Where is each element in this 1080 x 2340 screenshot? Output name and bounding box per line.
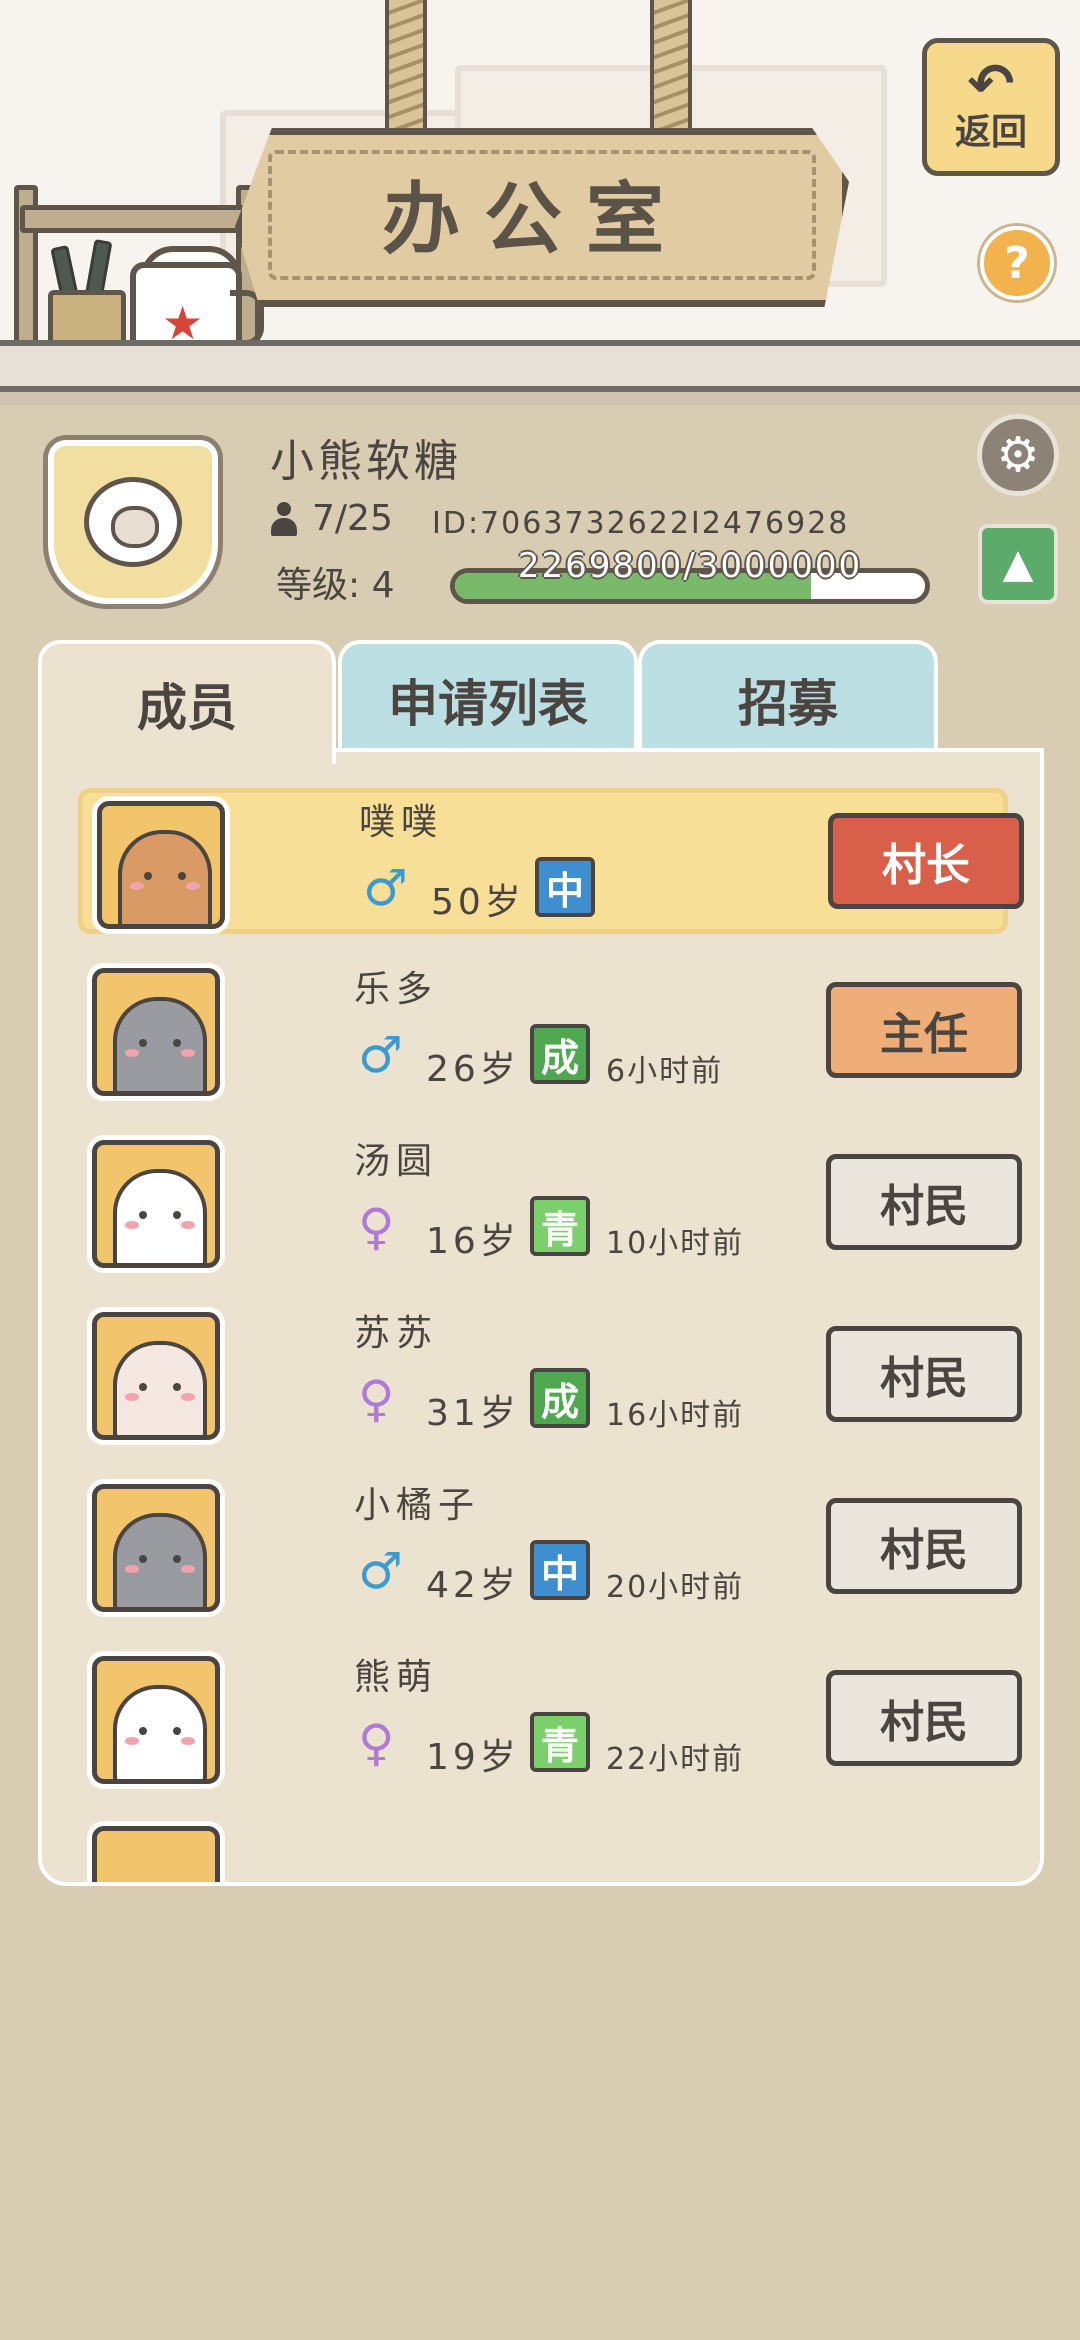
member-row[interactable]: 小橘子 ♂ 42岁 中 20小时前 村民 (78, 1476, 1022, 1622)
settings-button[interactable]: ⚙ (977, 414, 1059, 496)
member-row[interactable]: 乐多 ♂ 26岁 成 6小时前 主任 (78, 960, 1022, 1106)
member-avatar[interactable] (92, 968, 220, 1096)
female-icon: ♀ (358, 1370, 395, 1428)
life-stage-badge: 中 (530, 1540, 590, 1600)
member-role-button[interactable]: 村民 (826, 1670, 1022, 1766)
member-age: 19岁 (426, 1737, 520, 1778)
female-icon: ♀ (358, 1198, 395, 1256)
member-row[interactable]: 汤圆 ♀ 16岁 青 10小时前 村民 (78, 1132, 1022, 1278)
life-stage-badge: 青 (530, 1712, 590, 1772)
panda-icon (113, 1169, 207, 1263)
graduation-cap-icon: ▲ (1002, 541, 1034, 587)
exp-progress-text: 2269800/3000000 (517, 546, 863, 586)
last-online-time: 22小时前 (606, 1742, 745, 1777)
female-icon: ♀ (358, 1714, 395, 1772)
village-name: 小熊软糖 (270, 436, 462, 487)
member-role-button[interactable]: 主任 (826, 982, 1022, 1078)
graduation-cap-button[interactable]: ▲ (978, 524, 1058, 604)
member-avatar[interactable] (97, 801, 225, 929)
person-icon (270, 501, 298, 536)
office-header: ★ 办公室 ↶ 返回 ? (0, 0, 1080, 405)
male-icon: ♂ (358, 1542, 403, 1600)
life-stage-badge: 青 (530, 1196, 590, 1256)
member-name: 汤圆 (354, 1141, 439, 1182)
member-role-button[interactable]: 村民 (826, 1498, 1022, 1594)
hedgehog-icon (113, 1341, 207, 1435)
penguin-icon (113, 997, 207, 1091)
village-badge (48, 440, 218, 604)
sheep-avatar-icon (84, 477, 182, 567)
last-online-time: 6小时前 (606, 1054, 724, 1089)
member-row[interactable]: 熊萌 ♀ 19岁 青 22小时前 村民 (78, 1648, 1022, 1794)
member-name: 熊萌 (354, 1657, 439, 1698)
member-age: 31岁 (426, 1393, 520, 1434)
tab-members[interactable]: 成员 (38, 640, 336, 764)
member-avatar[interactable] (92, 1312, 220, 1440)
page-title: 办公室 (381, 174, 688, 265)
male-icon: ♂ (358, 1026, 403, 1084)
life-stage-badge: 中 (535, 857, 595, 917)
member-name: 苏苏 (354, 1313, 439, 1354)
member-avatar[interactable] (92, 1140, 220, 1268)
help-button[interactable]: ? (980, 226, 1054, 300)
member-row[interactable]: 噗噗 ♂ 50岁 中 村长 (78, 788, 1024, 934)
member-role-button[interactable]: 村长 (828, 813, 1024, 909)
village-id: ID:7063732622I2476928 (432, 506, 850, 541)
last-online-time: 10小时前 (606, 1226, 745, 1261)
member-age: 50岁 (431, 882, 525, 923)
member-avatar[interactable] (92, 1656, 220, 1784)
village-level: 等级: 4 (276, 565, 395, 606)
male-icon: ♂ (363, 859, 408, 917)
member-avatar[interactable] (92, 1484, 220, 1612)
member-row[interactable]: 苏苏 ♀ 31岁 成 16小时前 村民 (78, 1304, 1022, 1450)
member-role-button[interactable]: 村民 (826, 1326, 1022, 1422)
member-age: 16岁 (426, 1221, 520, 1262)
member-role-button[interactable]: 村民 (826, 1154, 1022, 1250)
member-row-partial[interactable] (78, 1818, 1008, 1882)
member-name: 小橘子 (354, 1485, 481, 1526)
back-label: 返回 (954, 112, 1027, 153)
member-age: 42岁 (426, 1565, 520, 1606)
tab-recruit[interactable]: 招募 (638, 640, 938, 756)
bear-icon (118, 830, 212, 924)
penguin-icon (113, 1513, 207, 1607)
member-list-panel[interactable]: 噗噗 ♂ 50岁 中 村长 乐多 ♂ 26岁 成 6小时前 主任 汤圆 ♀ 16… (38, 748, 1044, 1886)
back-button[interactable]: ↶ 返回 (922, 38, 1060, 176)
shelf-board (0, 340, 1080, 392)
last-online-time: 16小时前 (606, 1398, 745, 1433)
member-age: 26岁 (426, 1049, 520, 1090)
member-count: 7/25 (270, 498, 393, 539)
life-stage-badge: 成 (530, 1368, 590, 1428)
last-online-time: 20小时前 (606, 1570, 745, 1605)
shelf-shadow (0, 392, 1080, 405)
member-name: 乐多 (354, 969, 439, 1010)
panda-icon (113, 1685, 207, 1779)
life-stage-badge: 成 (530, 1024, 590, 1084)
tab-applications[interactable]: 申请列表 (338, 640, 638, 756)
gear-icon: ⚙ (996, 427, 1040, 483)
member-avatar[interactable] (92, 1826, 220, 1882)
back-arrow-icon: ↶ (967, 52, 1015, 117)
member-name: 噗噗 (359, 802, 444, 843)
member-count-value: 7/25 (312, 498, 393, 539)
shelf-rail (20, 205, 260, 233)
